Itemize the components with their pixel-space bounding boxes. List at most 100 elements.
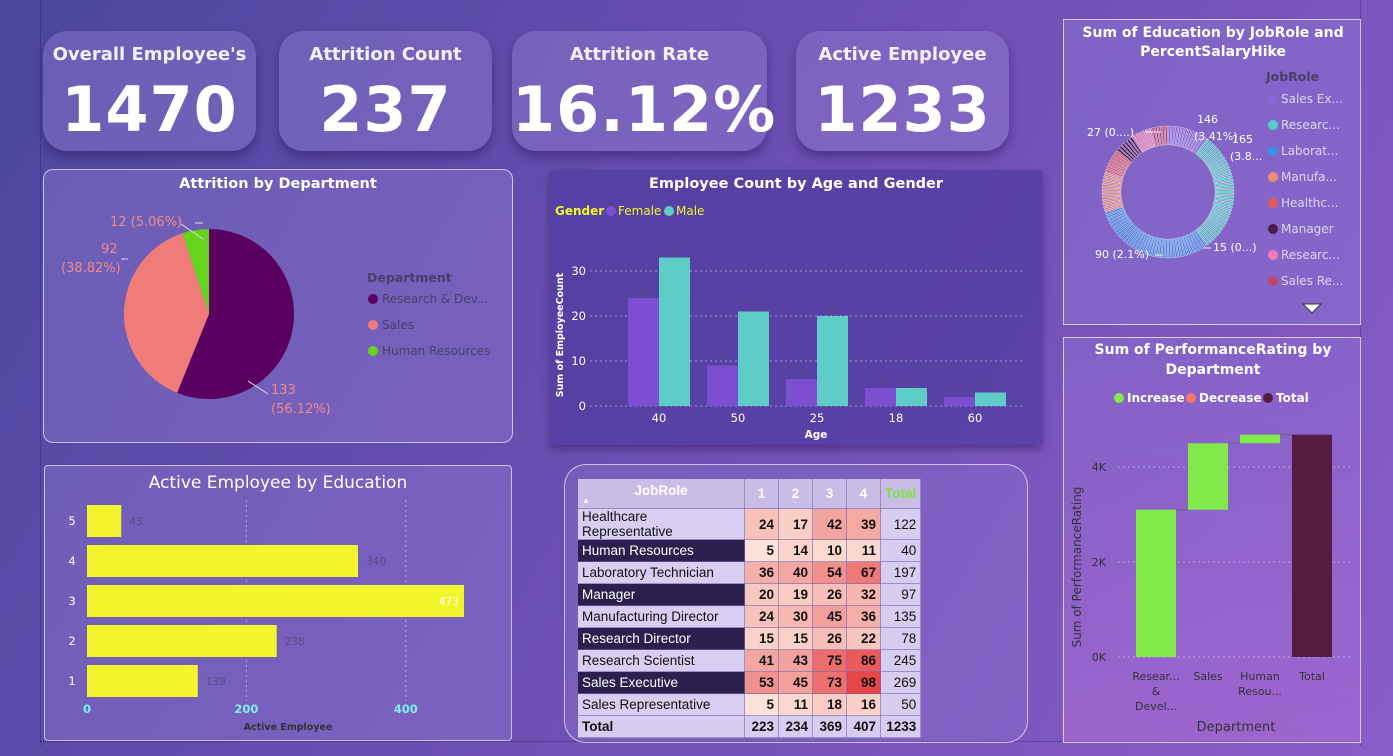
donut-segment[interactable]: [1214, 188, 1235, 192]
legend-item-jobrole[interactable]: Sales Ex...: [1281, 92, 1343, 106]
data-label: 6: [798, 368, 804, 379]
kpi-value: 16.12%: [512, 73, 777, 146]
donut-label-165: 165: [1232, 133, 1253, 146]
jobrole-matrix: JobRole ▲ 1 2 3 4 Total Healthcare Repres…: [577, 478, 922, 738]
scroll-down-icon[interactable]: [1301, 303, 1323, 314]
bar-male-50[interactable]: [738, 311, 769, 407]
legend-item-jobrole[interactable]: Researc...: [1281, 118, 1340, 132]
legend-item-jobrole[interactable]: Healthc...: [1281, 196, 1338, 210]
matrix-row[interactable]: Research Director 15 15 26 22 78: [577, 627, 922, 650]
bar-female-25[interactable]: [786, 379, 817, 406]
matrix-header-col4[interactable]: 4: [846, 478, 881, 509]
legend-total[interactable]: Total: [1276, 391, 1309, 405]
donut-segment[interactable]: [1101, 192, 1122, 196]
legend-male[interactable]: Male: [676, 204, 704, 218]
waterfall-bar-1[interactable]: [1188, 443, 1228, 510]
matrix-row[interactable]: Manufacturing Director 24 30 45 36 135: [577, 605, 922, 628]
matrix-row[interactable]: Manager 20 19 26 32 97: [577, 583, 922, 606]
donut-segment[interactable]: [1168, 238, 1172, 259]
data-label: 9: [719, 355, 725, 366]
matrix-header-jobrole[interactable]: JobRole ▲: [577, 478, 745, 509]
x-tick-label: 25: [810, 411, 825, 425]
legend-decrease[interactable]: Decrease: [1199, 391, 1262, 405]
chart-title-line2: Department: [1166, 362, 1261, 378]
donut-segment[interactable]: [1101, 188, 1122, 192]
legend-item-jobrole[interactable]: Manager: [1281, 222, 1334, 236]
matrix-header-total[interactable]: Total: [879, 478, 922, 509]
y-tick-label: 4K: [1092, 461, 1107, 474]
header-label: JobRole: [634, 483, 688, 498]
y-tick-label: 2K: [1092, 556, 1107, 569]
legend-female[interactable]: Female: [618, 204, 661, 218]
matrix-header-col3[interactable]: 3: [812, 478, 847, 509]
donut-segment[interactable]: [1168, 125, 1172, 146]
waterfall-bar-2[interactable]: [1240, 434, 1280, 444]
row-jobrole: Sales Representative: [577, 693, 745, 716]
matrix-row[interactable]: Laboratory Technician 36 40 54 67 197: [577, 561, 922, 584]
donut-segment[interactable]: [1214, 192, 1235, 196]
matrix-cell: 32: [846, 583, 881, 606]
kpi-attrition-count[interactable]: Attrition Count 237: [279, 31, 492, 151]
matrix-header-col1[interactable]: 1: [744, 478, 779, 509]
sort-asc-icon[interactable]: ▲: [582, 497, 740, 505]
matrix-cell: 67: [846, 561, 881, 584]
bar-female-40[interactable]: [628, 298, 659, 406]
waterfall-bar-0[interactable]: [1136, 509, 1176, 657]
matrix-cell: 16: [846, 693, 881, 716]
bar-education-3[interactable]: [87, 585, 464, 617]
donut-label-165-pct: (3.8...: [1230, 150, 1262, 163]
total-cell: 369: [812, 715, 847, 738]
legend-increase[interactable]: Increase: [1127, 391, 1185, 405]
legend-marker: [1268, 198, 1278, 208]
bar-education-2[interactable]: [87, 625, 277, 657]
waterfall-bar-3[interactable]: [1292, 434, 1332, 657]
bar-male-60[interactable]: [975, 392, 1006, 407]
x-tick-label: &: [1152, 685, 1161, 698]
legend-item-jobrole[interactable]: Manufa...: [1281, 170, 1337, 184]
kpi-value: 1233: [814, 73, 991, 146]
kpi-attrition-rate[interactable]: Attrition Rate 16.12%: [512, 31, 777, 151]
bar-male-18[interactable]: [896, 388, 927, 406]
grand-total-cell: 1233: [879, 715, 922, 738]
pie-label-sales-value: 92: [101, 242, 118, 257]
matrix-cell: 26: [812, 627, 847, 650]
matrix-row[interactable]: Sales Executive 53 45 73 98 269: [577, 671, 922, 694]
x-tick-label: Resear...: [1132, 670, 1179, 683]
legend-item-rd[interactable]: Research & Dev...: [382, 292, 488, 306]
legend-item-jobrole[interactable]: Laborat...: [1281, 144, 1338, 158]
kpi-active-employee[interactable]: Active Employee 1233: [796, 31, 1009, 151]
bar-male-25[interactable]: [817, 316, 848, 406]
kpi-overall-employees[interactable]: Overall Employee's 1470: [43, 31, 256, 151]
legend-item-hr[interactable]: Human Resources: [382, 344, 490, 358]
y-tick-label: 10: [571, 354, 586, 368]
legend-marker-female: [606, 206, 616, 216]
bar-education-5[interactable]: [87, 505, 122, 537]
matrix-header-col2[interactable]: 2: [778, 478, 813, 509]
bar-female-18[interactable]: [865, 388, 896, 406]
donut-segment[interactable]: [1164, 125, 1168, 146]
matrix-cell: 54: [812, 561, 847, 584]
x-tick-label: 400: [394, 702, 418, 716]
bar-male-40[interactable]: [659, 257, 690, 407]
legend-item-jobrole[interactable]: Researc...: [1281, 248, 1340, 262]
matrix-row[interactable]: Healthcare Representative 24 17 42 39 122: [577, 508, 922, 540]
bar-female-50[interactable]: [707, 365, 738, 407]
matrix-row[interactable]: Research Scientist 41 43 75 86 245: [577, 649, 922, 672]
matrix-cell: 75: [812, 649, 847, 672]
bar-female-60[interactable]: [944, 397, 975, 406]
x-tick-label: Total: [1298, 670, 1325, 683]
matrix-cell: 18: [812, 693, 847, 716]
row-jobrole: Healthcare Representative: [577, 508, 745, 540]
matrix-cell: 39: [846, 508, 881, 540]
matrix-cell: 42: [812, 508, 847, 540]
row-total: 40: [879, 539, 922, 562]
donut-segment[interactable]: [1164, 238, 1168, 259]
legend-item-jobrole[interactable]: Sales Re...: [1281, 274, 1343, 288]
bar-education-1[interactable]: [87, 665, 198, 697]
x-axis-label: Department: [1197, 720, 1276, 735]
legend-marker-rd: [368, 294, 378, 304]
matrix-row[interactable]: Human Resources 5 14 10 11 40: [577, 539, 922, 562]
matrix-row[interactable]: Sales Representative 5 11 18 16 50: [577, 693, 922, 716]
bar-education-4[interactable]: [87, 545, 358, 577]
legend-item-sales[interactable]: Sales: [382, 318, 414, 332]
